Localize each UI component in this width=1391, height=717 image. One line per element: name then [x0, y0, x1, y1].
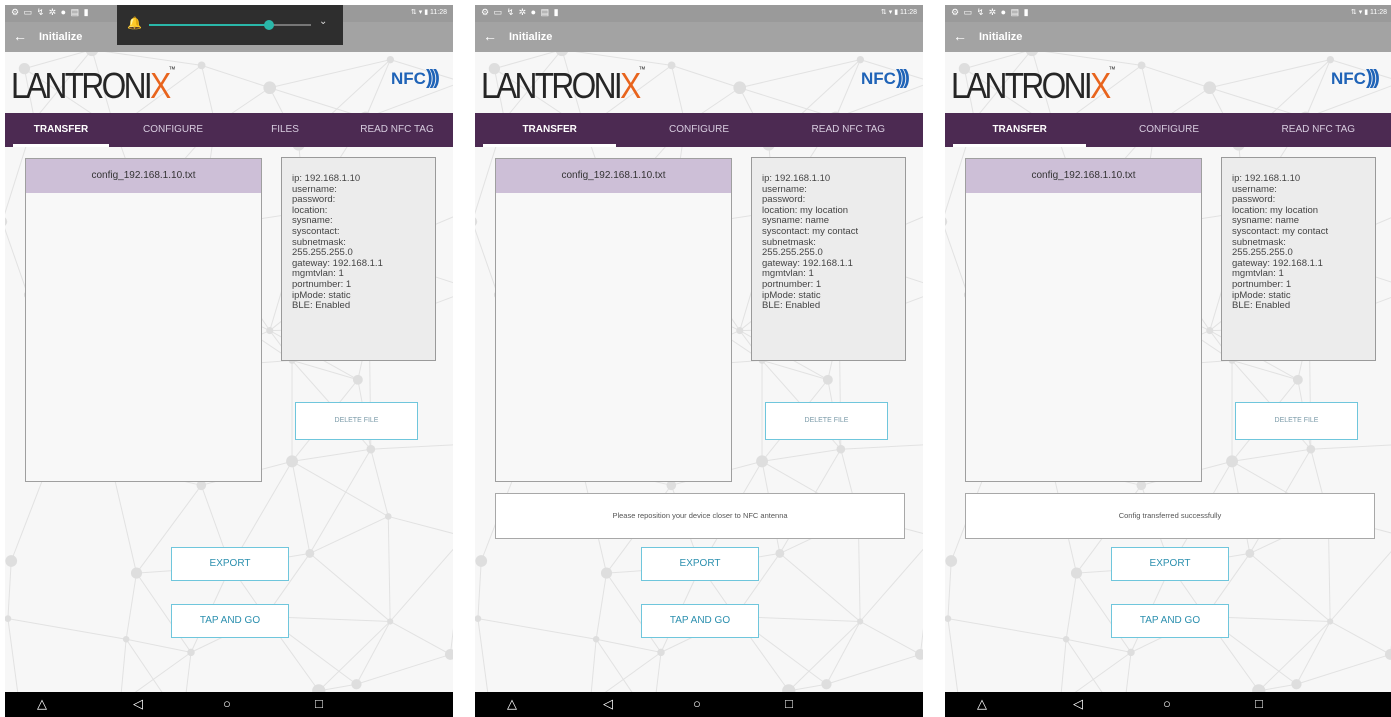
nav-recent-icon[interactable]: □ [1255, 697, 1263, 711]
export-button[interactable]: EXPORT [1111, 547, 1229, 581]
nav-home-icon[interactable]: ○ [693, 697, 701, 711]
tab-configure[interactable]: CONFIGURE [117, 113, 229, 147]
status-message: Config transferred successfully [965, 493, 1375, 539]
active-tab-indicator [483, 144, 617, 147]
volume-slider[interactable] [149, 20, 311, 30]
nav-recent-icon[interactable]: □ [315, 697, 323, 711]
bell-icon: 🔔 [127, 16, 142, 30]
tab-configure[interactable]: CONFIGURE [624, 113, 773, 147]
tap-and-go-button[interactable]: TAP AND GO [171, 604, 289, 638]
tab-read-nfc-tag[interactable]: READ NFC TAG [1244, 113, 1391, 147]
lantronix-logo: LANTRONIX™ [951, 65, 1116, 106]
nfc-waves-icon: ))) [1365, 67, 1380, 89]
nav-recent-icon[interactable]: □ [785, 697, 793, 711]
config-info-text: ip: 192.168.1.10 username: password: loc… [292, 173, 383, 312]
nfc-waves-icon: ))) [895, 67, 910, 89]
status-right-info: ⇅ ▾ ▮ 11:28 [1350, 9, 1387, 16]
app-title: Initialize [39, 31, 83, 43]
nav-back-icon[interactable]: ◁ [603, 697, 613, 711]
back-arrow-icon[interactable]: ← [953, 28, 967, 44]
status-left-icons: ⚙ ▭ ↯ ✲ ● ▤ ▮ [951, 7, 1030, 17]
phone-screen-3: ⚙ ▭ ↯ ✲ ● ▤ ▮ ⇅ ▾ ▮ 11:28 ← Initialize L… [945, 5, 1391, 717]
nav-hide-icon[interactable]: △ [37, 697, 47, 711]
volume-popup: 🔔 ⌄ [117, 5, 343, 45]
nav-hide-icon[interactable]: △ [977, 697, 987, 711]
nav-back-icon[interactable]: ◁ [133, 697, 143, 711]
lantronix-logo: LANTRONIX™ [481, 65, 646, 106]
tab-bar: TRANSFER CONFIGURE READ NFC TAG [945, 113, 1391, 147]
tab-bar: TRANSFER CONFIGURE READ NFC TAG [475, 113, 923, 147]
system-nav-bar: △ ◁ ○ □ [475, 692, 923, 717]
app-bar: ← Initialize [945, 22, 1391, 52]
app-bar: ← Initialize [475, 22, 923, 52]
file-list-item[interactable]: config_192.168.1.10.txt [966, 159, 1201, 193]
status-left-icons: ⚙ ▭ ↯ ✲ ● ▤ ▮ [11, 7, 90, 17]
tab-read-nfc-tag[interactable]: READ NFC TAG [774, 113, 923, 147]
config-info-panel: ip: 192.168.1.10 username: password: loc… [1221, 157, 1376, 361]
nav-hide-icon[interactable]: △ [507, 697, 517, 711]
active-tab-indicator [953, 144, 1087, 147]
config-info-text: ip: 192.168.1.10 username: password: loc… [1232, 173, 1329, 312]
export-button[interactable]: EXPORT [641, 547, 759, 581]
tab-transfer[interactable]: TRANSFER [5, 113, 117, 147]
delete-file-button[interactable]: DELETE FILE [765, 402, 888, 440]
status-bar: ⚙ ▭ ↯ ✲ ● ▤ ▮ ⇅ ▾ ▮ 11:28 [945, 5, 1391, 22]
tap-and-go-button[interactable]: TAP AND GO [1111, 604, 1229, 638]
phone-screen-1: ⚙ ▭ ↯ ✲ ● ▤ ▮ ⇅ ▾ ▮ 11:28 ← Initialize 🔔… [5, 5, 453, 717]
nfc-logo: NFC))) [1331, 67, 1380, 89]
app-title: Initialize [979, 31, 1023, 43]
volume-fill [149, 24, 269, 26]
back-arrow-icon[interactable]: ← [13, 28, 27, 44]
file-list: config_192.168.1.10.txt [495, 158, 732, 482]
file-list-item[interactable]: config_192.168.1.10.txt [26, 159, 261, 193]
back-arrow-icon[interactable]: ← [483, 28, 497, 44]
nfc-logo: NFC))) [391, 67, 440, 89]
config-info-panel: ip: 192.168.1.10 username: password: loc… [751, 157, 906, 361]
app-title: Initialize [509, 31, 553, 43]
export-button[interactable]: EXPORT [171, 547, 289, 581]
file-list: config_192.168.1.10.txt [25, 158, 262, 482]
tab-bar: TRANSFER CONFIGURE FILES READ NFC TAG [5, 113, 453, 147]
tab-transfer[interactable]: TRANSFER [475, 113, 624, 147]
status-right-info: ⇅ ▾ ▮ 11:28 [880, 9, 917, 16]
tab-transfer[interactable]: TRANSFER [945, 113, 1094, 147]
nav-home-icon[interactable]: ○ [223, 697, 231, 711]
nfc-logo: NFC))) [861, 67, 910, 89]
active-tab-indicator [13, 144, 109, 147]
delete-file-button[interactable]: DELETE FILE [295, 402, 418, 440]
file-list: config_192.168.1.10.txt [965, 158, 1202, 482]
config-info-panel: ip: 192.168.1.10 username: password: loc… [281, 157, 436, 361]
status-left-icons: ⚙ ▭ ↯ ✲ ● ▤ ▮ [481, 7, 560, 17]
volume-knob[interactable] [263, 20, 274, 30]
status-bar: ⚙ ▭ ↯ ✲ ● ▤ ▮ ⇅ ▾ ▮ 11:28 [475, 5, 923, 22]
system-nav-bar: △ ◁ ○ □ [5, 692, 453, 717]
nfc-waves-icon: ))) [425, 67, 440, 89]
screenshot-collage: ⚙ ▭ ↯ ✲ ● ▤ ▮ ⇅ ▾ ▮ 11:28 ← Initialize 🔔… [0, 0, 1391, 717]
tap-and-go-button[interactable]: TAP AND GO [641, 604, 759, 638]
phone-screen-2: ⚙ ▭ ↯ ✲ ● ▤ ▮ ⇅ ▾ ▮ 11:28 ← Initialize L… [475, 5, 923, 717]
chevron-down-icon[interactable]: ⌄ [319, 16, 327, 27]
lantronix-logo: LANTRONIX™ [11, 65, 176, 106]
nav-home-icon[interactable]: ○ [1163, 697, 1171, 711]
nav-back-icon[interactable]: ◁ [1073, 697, 1083, 711]
file-list-item[interactable]: config_192.168.1.10.txt [496, 159, 731, 193]
system-nav-bar: △ ◁ ○ □ [945, 692, 1391, 717]
delete-file-button[interactable]: DELETE FILE [1235, 402, 1358, 440]
tab-read-nfc-tag[interactable]: READ NFC TAG [341, 113, 453, 147]
config-info-text: ip: 192.168.1.10 username: password: loc… [762, 173, 859, 312]
tab-files[interactable]: FILES [229, 113, 341, 147]
tab-configure[interactable]: CONFIGURE [1094, 113, 1243, 147]
status-right-info: ⇅ ▾ ▮ 11:28 [410, 9, 447, 16]
status-message: Please reposition your device closer to … [495, 493, 905, 539]
